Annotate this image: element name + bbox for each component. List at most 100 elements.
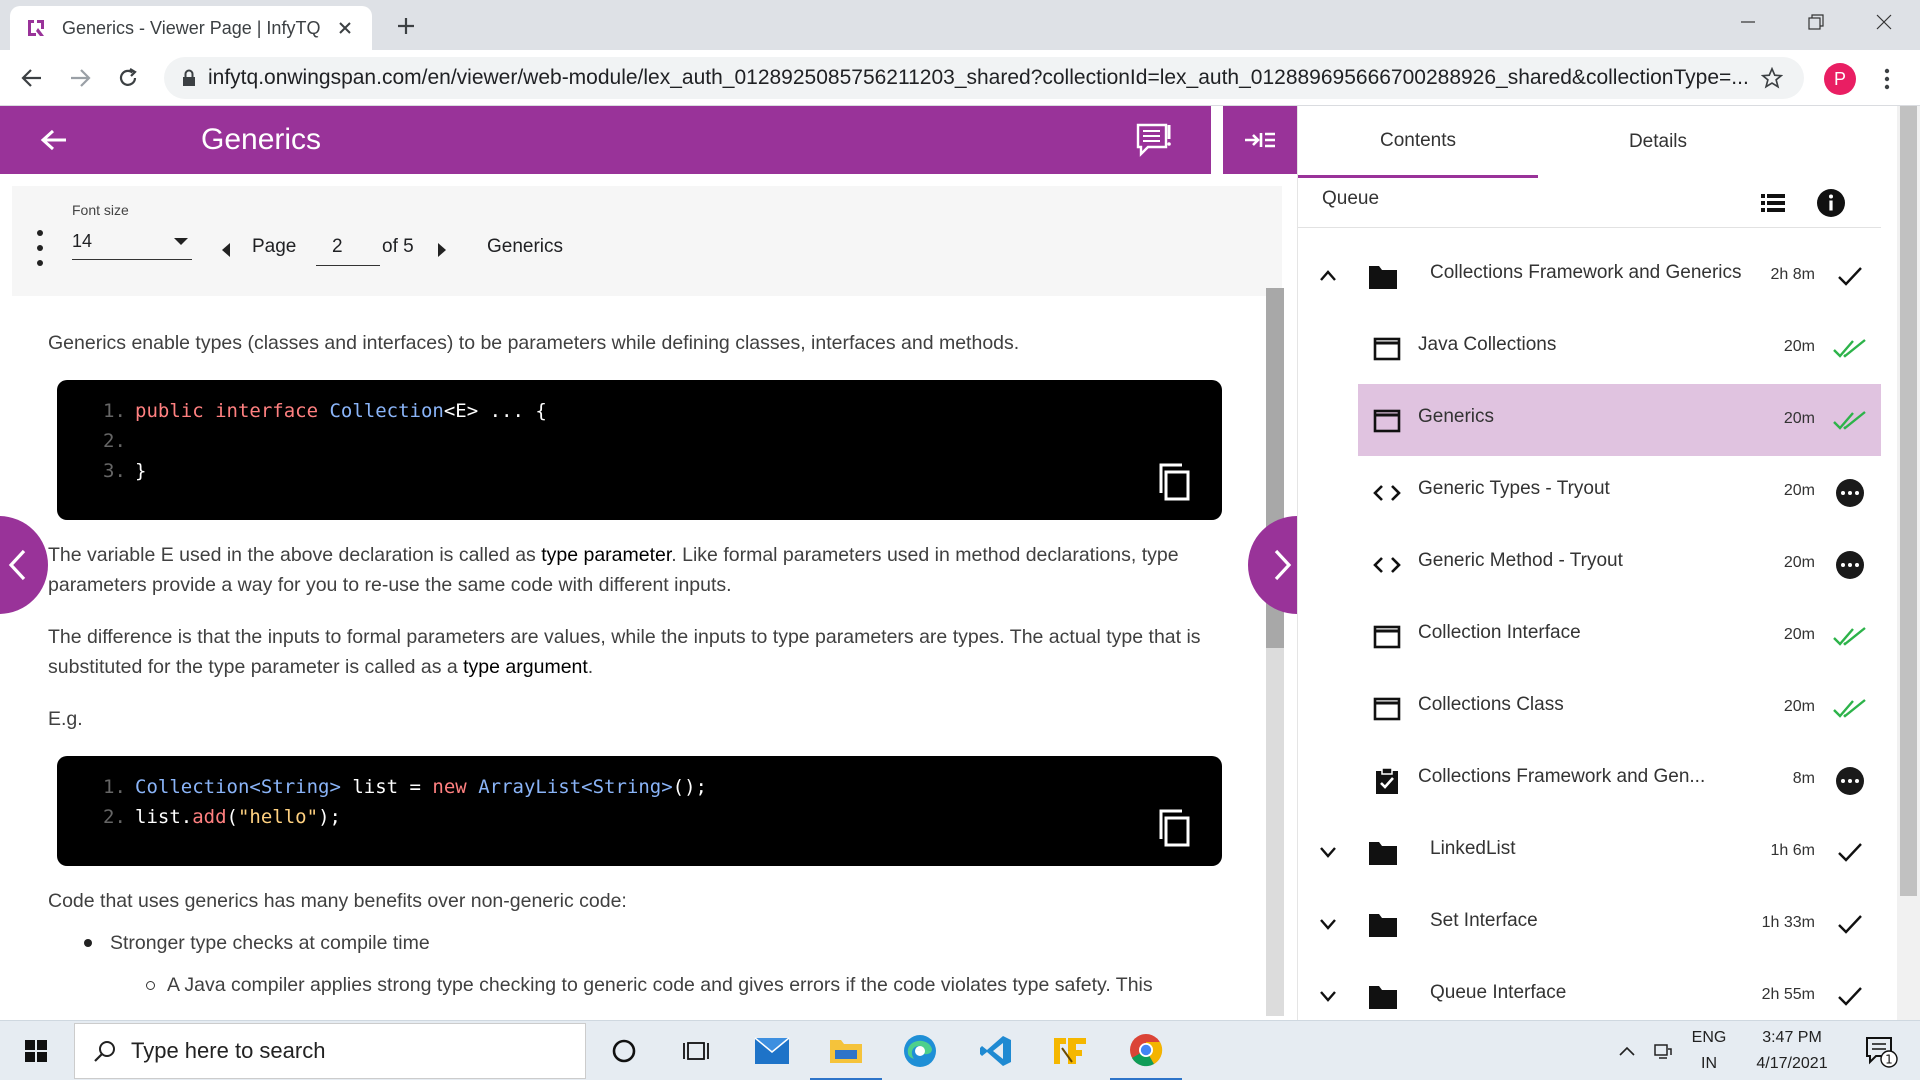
code-block: 1. Collection<String> list = new ArrayLis… bbox=[57, 756, 1222, 866]
toc-item-row[interactable]: Java Collections 20m bbox=[1298, 312, 1881, 384]
content-scrollbar[interactable] bbox=[1266, 288, 1284, 1016]
tab-details[interactable]: Details bbox=[1538, 106, 1778, 178]
browser-menu-icon[interactable] bbox=[1872, 62, 1902, 96]
line-number: 1. bbox=[103, 400, 126, 422]
toc-folder-row[interactable]: Queue Interface 2h 55m bbox=[1298, 960, 1881, 1020]
info-icon[interactable] bbox=[1816, 188, 1846, 218]
toc-item-duration: 2h 8m bbox=[1770, 266, 1815, 283]
double-check-icon bbox=[1833, 692, 1867, 726]
tab-title: Generics - Viewer Page | InfyTQ bbox=[62, 17, 321, 38]
check-icon bbox=[1833, 980, 1867, 1014]
url-field[interactable]: infytq.onwingspan.com/en/viewer/web-modu… bbox=[164, 57, 1804, 99]
toc-item-duration: 20m bbox=[1783, 626, 1815, 643]
bullet-icon bbox=[84, 939, 92, 947]
language-indicator[interactable]: ENG IN bbox=[1684, 1021, 1734, 1080]
restore-icon[interactable] bbox=[1782, 0, 1850, 44]
file-explorer-icon[interactable] bbox=[810, 1021, 882, 1080]
new-tab-icon[interactable] bbox=[390, 10, 422, 42]
vscode-icon[interactable] bbox=[960, 1021, 1032, 1080]
line-number: 2. bbox=[103, 806, 126, 828]
toc-item-duration: 1h 33m bbox=[1761, 914, 1815, 931]
page-number-input[interactable]: 2 bbox=[316, 230, 380, 266]
code-text: <E> ... { bbox=[443, 400, 547, 422]
tab-contents[interactable]: Contents bbox=[1298, 106, 1538, 178]
svg-text:1: 1 bbox=[1885, 1053, 1893, 1067]
page-scrollbar-thumb[interactable] bbox=[1900, 106, 1917, 896]
code-type: Collection<String> bbox=[135, 776, 341, 798]
toc-item-row[interactable]: Collections Framework and Gen... 8m bbox=[1298, 744, 1881, 816]
code-type: ArrayList<String> bbox=[478, 776, 673, 798]
copy-icon[interactable] bbox=[1158, 808, 1192, 848]
region-code: IN bbox=[1701, 1055, 1717, 1072]
toc-item-row[interactable]: Generic Method - Tryout 20m bbox=[1298, 528, 1881, 600]
next-page-icon[interactable] bbox=[432, 240, 452, 260]
list-view-icon[interactable] bbox=[1758, 188, 1788, 218]
collapse-right-icon bbox=[1245, 132, 1275, 148]
chevron-down-icon[interactable] bbox=[1314, 910, 1342, 938]
more-options-icon[interactable] bbox=[1833, 548, 1867, 582]
paragraph: The difference is that the inputs to for… bbox=[48, 626, 1201, 678]
notes-icon[interactable] bbox=[1125, 110, 1185, 170]
toc-item-row[interactable]: Generic Types - Tryout 20m bbox=[1298, 456, 1881, 528]
close-tab-icon[interactable] bbox=[332, 15, 358, 41]
language-code: ENG bbox=[1691, 1029, 1727, 1046]
toc-item-label: Set Interface bbox=[1430, 910, 1538, 931]
chevron-down-icon[interactable] bbox=[1314, 838, 1342, 866]
url-text: infytq.onwingspan.com/en/viewer/web-modu… bbox=[208, 66, 1749, 89]
chevron-up-icon[interactable] bbox=[1314, 262, 1342, 290]
network-icon[interactable] bbox=[1648, 1021, 1678, 1080]
toc-item-row[interactable]: Collections Class 20m bbox=[1298, 672, 1881, 744]
double-check-icon bbox=[1833, 620, 1867, 654]
back-arrow-icon[interactable] bbox=[14, 60, 50, 96]
chrome-icon[interactable] bbox=[1110, 1021, 1182, 1080]
font-size-label: Font size bbox=[72, 202, 129, 218]
app-icon[interactable] bbox=[1034, 1021, 1106, 1080]
page-scrollbar[interactable] bbox=[1897, 106, 1920, 1020]
toc-item-row[interactable]: Collection Interface 20m bbox=[1298, 600, 1881, 672]
code-text: ); bbox=[318, 806, 341, 828]
viewer-page: Generics Font size 14 Page 2 of 5 Generi… bbox=[0, 106, 1920, 1020]
minimize-icon[interactable] bbox=[1714, 0, 1782, 44]
windows-taskbar: Type here to search ENG IN 3:47 PM 4/17/… bbox=[0, 1020, 1920, 1080]
close-window-icon[interactable] bbox=[1850, 0, 1918, 44]
previous-page-icon[interactable] bbox=[216, 240, 236, 260]
mail-icon[interactable] bbox=[736, 1021, 808, 1080]
bookmark-star-icon[interactable] bbox=[1758, 64, 1786, 92]
toc-item-duration: 20m bbox=[1783, 338, 1815, 355]
notification-center-icon[interactable]: 1 bbox=[1856, 1021, 1906, 1080]
more-options-icon[interactable] bbox=[1833, 476, 1867, 510]
reload-icon[interactable] bbox=[110, 60, 146, 96]
forward-arrow-icon[interactable] bbox=[62, 60, 98, 96]
clock-time: 3:47 PM bbox=[1762, 1029, 1822, 1046]
toc-item-duration: 2h 55m bbox=[1761, 986, 1815, 1003]
toc-item-label: Collections Class bbox=[1418, 694, 1564, 715]
more-options-icon[interactable] bbox=[1833, 764, 1867, 798]
collapse-panel-button[interactable] bbox=[1223, 106, 1297, 174]
task-view-icon[interactable] bbox=[660, 1021, 732, 1080]
list-item-text: A Java compiler applies strong type chec… bbox=[167, 974, 1153, 996]
clock[interactable]: 3:47 PM 4/17/2021 bbox=[1742, 1021, 1842, 1080]
lock-icon bbox=[183, 69, 195, 86]
cortana-icon[interactable] bbox=[588, 1021, 660, 1080]
font-size-select[interactable]: 14 bbox=[72, 224, 192, 260]
infytq-logo-icon bbox=[28, 20, 44, 36]
back-arrow-icon[interactable] bbox=[0, 106, 108, 174]
toc-folder-row[interactable]: Set Interface 1h 33m bbox=[1298, 888, 1881, 960]
edge-browser-icon[interactable] bbox=[884, 1021, 956, 1080]
toc-item-row[interactable]: Generics 20m bbox=[1358, 384, 1881, 456]
toc-folder-row[interactable]: Collections Framework and Generics 2h 8m bbox=[1298, 240, 1881, 312]
list-item: Stronger type checks at compile time bbox=[84, 928, 430, 958]
show-hidden-icons-icon[interactable] bbox=[1612, 1021, 1642, 1080]
browser-tab[interactable]: Generics - Viewer Page | InfyTQ bbox=[10, 6, 372, 50]
toc-folder-row[interactable]: LinkedList 1h 6m bbox=[1298, 816, 1881, 888]
chevron-down-icon[interactable] bbox=[1314, 982, 1342, 1010]
toc-item-label: Collections Framework and Gen... bbox=[1418, 766, 1706, 787]
profile-avatar[interactable]: P bbox=[1824, 63, 1856, 95]
taskbar-search-box[interactable]: Type here to search bbox=[74, 1023, 586, 1079]
windows-start-icon[interactable] bbox=[0, 1021, 72, 1080]
code-icon bbox=[1372, 550, 1402, 580]
line-number: 1. bbox=[103, 776, 126, 798]
copy-icon[interactable] bbox=[1158, 462, 1192, 502]
queue-label: Queue bbox=[1322, 188, 1380, 209]
more-options-icon[interactable] bbox=[34, 230, 46, 266]
